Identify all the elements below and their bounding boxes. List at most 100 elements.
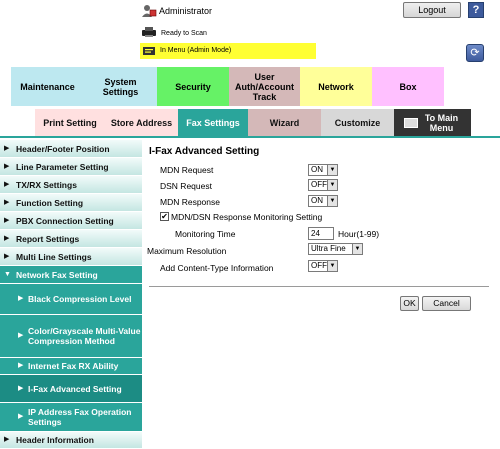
sub-tab-label: To Main Menu <box>424 112 459 133</box>
chevron-down-icon: ▼ <box>327 165 337 175</box>
sub-tab-label: Customize <box>334 117 381 128</box>
sidebar-item-network-fax[interactable]: ▼ Network Fax Setting <box>0 266 142 284</box>
sidebar-item-line-parameter[interactable]: ▶ Line Parameter Setting <box>0 158 142 176</box>
chevron-right-icon: ▶ <box>4 216 10 224</box>
sidebar-item-label: Multi Line Settings <box>16 251 92 262</box>
monitoring-checkbox-label: MDN/DSN Response Monitoring Setting <box>171 212 323 222</box>
sidebar-item-txrx[interactable]: ▶ TX/RX Settings <box>0 176 142 194</box>
divider <box>149 286 489 287</box>
sidebar-item-label: TX/RX Settings <box>16 179 77 190</box>
sidebar-item-color-compression[interactable]: ▶ Color/Grayscale Multi-Value Compression… <box>0 315 142 358</box>
dsn-request-value: OFF <box>311 180 327 189</box>
sidebar-item-label: I-Fax Advanced Setting <box>28 383 122 394</box>
mdn-request-value: ON <box>311 165 323 174</box>
monitoring-time-label: Monitoring Time <box>175 229 236 239</box>
tab-system-settings[interactable]: System Settings <box>84 67 157 106</box>
mdn-response-value: ON <box>311 196 323 205</box>
chevron-right-icon: ▶ <box>4 252 10 260</box>
sidebar-item-label: Internet Fax RX Ability <box>28 361 119 371</box>
page-title: I-Fax Advanced Setting <box>149 146 260 157</box>
mdn-response-label: MDN Response <box>160 197 220 207</box>
sidebar-item-black-compression[interactable]: ▶ Black Compression Level <box>0 284 142 315</box>
content-type-select[interactable]: OFF ▼ <box>308 260 338 272</box>
tab-fax-settings[interactable]: Fax Settings <box>178 109 248 136</box>
monitoring-time-input[interactable]: 24 <box>308 227 334 240</box>
administrator-icon <box>142 5 157 17</box>
sidebar-item-internet-fax-rx[interactable]: ▶ Internet Fax RX Ability <box>0 358 142 375</box>
mdn-request-select[interactable]: ON ▼ <box>308 164 338 176</box>
chevron-right-icon: ▶ <box>4 436 10 443</box>
tab-customize[interactable]: Customize <box>321 109 394 136</box>
chevron-right-icon: ▶ <box>18 295 24 302</box>
to-main-menu-button[interactable]: To Main Menu <box>394 109 471 136</box>
sidebar-item-label: IP Address Fax Operation Settings <box>28 407 132 427</box>
sidebar-item-header-info[interactable]: ▶ Header Information <box>0 432 142 449</box>
help-button[interactable]: ? <box>468 2 484 18</box>
mdn-response-select[interactable]: ON ▼ <box>308 195 338 207</box>
chevron-right-icon: ▶ <box>18 362 24 369</box>
sidebar-item-label: Report Settings <box>16 233 80 244</box>
sidebar-item-ifax-advanced[interactable]: ▶ I-Fax Advanced Setting <box>0 375 142 403</box>
tab-wizard[interactable]: Wizard <box>248 109 321 136</box>
max-resolution-label: Maximum Resolution <box>147 246 227 256</box>
sub-tab-label: Fax Settings <box>186 117 240 128</box>
chevron-down-icon: ▼ <box>4 270 11 278</box>
content-type-label: Add Content-Type Information <box>160 263 274 273</box>
tab-print-setting[interactable]: Print Setting <box>35 109 105 136</box>
tab-security[interactable]: Security <box>157 67 229 106</box>
sidebar-item-function[interactable]: ▶ Function Setting <box>0 194 142 212</box>
sidebar-item-report[interactable]: ▶ Report Settings <box>0 230 142 248</box>
sidebar-item-label: PBX Connection Setting <box>16 215 114 226</box>
ok-button[interactable]: OK <box>400 296 419 311</box>
sidebar-item-label: Function Setting <box>16 197 84 208</box>
chevron-right-icon: ▶ <box>4 180 10 188</box>
chevron-down-icon: ▼ <box>327 180 337 190</box>
tab-store-address[interactable]: Store Address <box>105 109 178 136</box>
sidebar: ▶ Header/Footer Position ▶ Line Parameter S… <box>0 140 142 449</box>
monitoring-checkbox[interactable]: ✔ <box>160 212 169 221</box>
sidebar-item-label: Color/Grayscale Multi-Value Compression … <box>28 326 141 346</box>
tab-box[interactable]: Box <box>372 67 444 106</box>
max-resolution-select[interactable]: Ultra Fine ▼ <box>308 243 363 255</box>
chevron-right-icon: ▶ <box>18 384 24 392</box>
sub-tab-label: Print Setting <box>43 117 97 128</box>
sub-tab-label: Wizard <box>269 117 300 128</box>
tab-user-auth[interactable]: User Auth/Account Track <box>229 67 300 106</box>
main-menu-icon <box>403 117 418 128</box>
chevron-right-icon: ▶ <box>4 234 10 242</box>
mode-text: In Menu (Admin Mode) <box>160 47 232 54</box>
sidebar-item-multi-line[interactable]: ▶ Multi Line Settings <box>0 248 142 266</box>
sidebar-item-label: Line Parameter Setting <box>16 161 109 172</box>
sidebar-item-header-footer[interactable]: ▶ Header/Footer Position <box>0 140 142 158</box>
dsn-request-label: DSN Request <box>160 181 212 191</box>
chevron-right-icon: ▶ <box>4 144 10 152</box>
sidebar-item-label: Header Information <box>16 435 94 445</box>
dsn-request-select[interactable]: OFF ▼ <box>308 179 338 191</box>
sidebar-item-label: Header/Footer Position <box>16 143 110 154</box>
printer-icon <box>142 27 156 37</box>
tab-network[interactable]: Network <box>300 67 372 106</box>
mdn-request-label: MDN Request <box>160 165 214 175</box>
refresh-icon[interactable]: ⟳ <box>466 44 484 62</box>
cancel-button[interactable]: Cancel <box>422 296 471 311</box>
chevron-right-icon: ▶ <box>4 198 10 206</box>
chevron-down-icon: ▼ <box>352 244 362 254</box>
sub-tab-label: Store Address <box>110 117 173 128</box>
tab-maintenance[interactable]: Maintenance <box>11 67 84 106</box>
sidebar-item-label: Network Fax Setting <box>16 269 98 280</box>
device-status: Ready to Scan <box>161 30 207 37</box>
monitoring-time-unit: Hour(1-99) <box>338 229 380 239</box>
sidebar-item-pbx[interactable]: ▶ PBX Connection Setting <box>0 212 142 230</box>
chevron-right-icon: ▶ <box>4 162 10 170</box>
sidebar-item-ip-address-fax[interactable]: ▶ IP Address Fax Operation Settings <box>0 403 142 432</box>
chevron-down-icon: ▼ <box>327 196 337 206</box>
sub-tab-underline <box>0 136 500 138</box>
user-label: Administrator <box>159 6 213 16</box>
chevron-down-icon: ▼ <box>327 261 337 271</box>
content-type-value: OFF <box>311 261 327 270</box>
sidebar-item-label: Black Compression Level <box>28 294 132 304</box>
menu-mode-icon <box>143 47 155 55</box>
logout-button[interactable]: Logout <box>403 2 461 18</box>
max-resolution-value: Ultra Fine <box>311 244 346 253</box>
chevron-right-icon: ▶ <box>18 413 24 420</box>
